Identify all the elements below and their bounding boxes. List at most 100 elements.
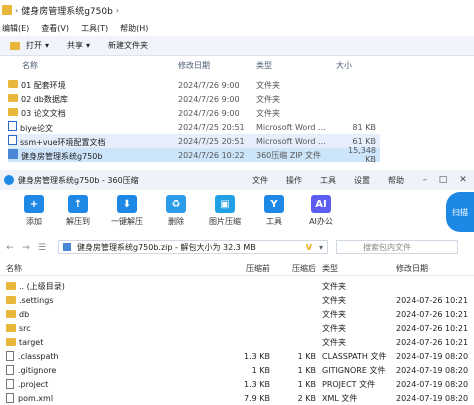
column-name[interactable]: 名称 [0, 263, 232, 274]
one-click-extract-button[interactable]: ⬇ 一键解压 [100, 195, 154, 227]
folder-icon [6, 324, 16, 332]
file-icon [6, 393, 14, 403]
column-type[interactable]: 类型 [256, 60, 336, 71]
explorer-toolbar: 打开 ▾ 共享 ▾ 新建文件夹 [0, 36, 474, 56]
new-folder-button[interactable]: 新建文件夹 [108, 40, 148, 51]
add-button[interactable]: + 添加 [12, 195, 56, 227]
menu-settings[interactable]: 设置 [354, 170, 370, 190]
share-button[interactable]: 共享 ▾ [67, 40, 90, 51]
entry-date: 2024-07-26 10:21 [396, 309, 469, 319]
close-icon[interactable]: ✕ [456, 170, 470, 190]
ai-office-button[interactable]: AI AI办公 [296, 195, 346, 227]
folder-icon [8, 107, 18, 116]
archive-row[interactable]: .gitignore 1 KB 1 KB GITIGNORE 文件 2024-07-19… [0, 363, 474, 377]
archive-row[interactable]: target 文件夹 2024-07-26 10:21 [0, 335, 474, 349]
column-type[interactable]: 类型 [316, 263, 396, 274]
v-badge-icon[interactable]: V [306, 243, 312, 252]
extract-icon: ⬇ [117, 195, 137, 213]
folder-icon [6, 310, 16, 318]
breadcrumb-chevron-icon[interactable]: › [15, 6, 18, 15]
file-row-selected[interactable]: 健身房管理系统g750b 2024/7/26 10:22 360压缩 ZIP 文… [8, 146, 380, 164]
folder-icon [8, 93, 18, 102]
open-button[interactable]: 打开 ▾ [10, 40, 49, 51]
forward-arrow-icon[interactable]: → [20, 242, 32, 254]
menu-help[interactable]: 帮助 [388, 170, 404, 190]
explorer-titlebar: › 健身房管理系统g750b › [0, 0, 474, 20]
entry-name: .settings [19, 295, 54, 305]
entry-compressed-size: 1 KB [297, 351, 316, 361]
back-arrow-icon[interactable]: ← [4, 242, 16, 254]
menu-edit[interactable]: 编辑(E) [2, 23, 29, 34]
minimize-icon[interactable]: – [418, 170, 432, 190]
entry-date: 2024-07-19 08:20 [396, 351, 469, 361]
maximize-icon[interactable]: □ [436, 170, 450, 190]
archive-row[interactable]: .settings 文件夹 2024-07-26 10:21 [0, 293, 474, 307]
address-field[interactable]: 健身房管理系统g750b.zip - 解包大小为 32.3 MB V ▾ [58, 240, 328, 254]
entry-original-size: 1.3 KB [244, 351, 270, 361]
list-view-icon[interactable]: ☰ [36, 242, 48, 254]
column-name[interactable]: 名称 [0, 60, 178, 71]
entry-name: .project [18, 379, 49, 389]
archive-row[interactable]: pom.xml 7.9 KB 2 KB XML 文件 2024-07-19 08:20 [0, 391, 474, 405]
entry-type: CLASSPATH 文件 [322, 351, 387, 361]
file-icon [6, 379, 14, 389]
entry-name: pom.xml [18, 393, 54, 403]
file-row[interactable]: 03 论文文档 2024/7/26 9:00 文件夹 [8, 106, 380, 120]
chevron-down-icon[interactable]: ▾ [315, 243, 327, 252]
add-icon: + [24, 195, 44, 213]
entry-type: 文件夹 [322, 323, 346, 333]
menu-file[interactable]: 文件 [252, 170, 268, 190]
tools-button[interactable]: Y 工具 [252, 195, 296, 227]
file-row[interactable]: ssm+vue环境配置文档 2024/7/25 20:51 Microsoft … [8, 134, 380, 148]
file-icon [6, 351, 14, 361]
entry-date: 2024-07-19 08:20 [396, 379, 469, 389]
folder-icon [6, 282, 16, 290]
menu-operate[interactable]: 操作 [286, 170, 302, 190]
archive-row[interactable]: .. (上级目录) 文件夹 [0, 279, 474, 293]
archive-row[interactable]: src 文件夹 2024-07-26 10:21 [0, 321, 474, 335]
menu-help[interactable]: 帮助(H) [120, 23, 148, 34]
entry-date: 2024-07-19 08:20 [396, 393, 469, 403]
folder-icon [6, 338, 16, 346]
zip-archive-icon [8, 148, 18, 159]
image-compress-button[interactable]: ▣ 图片压缩 [198, 195, 252, 227]
scan-button[interactable]: 扫描 [446, 192, 474, 232]
explorer-column-header: 名称 修改日期 类型 大小 [0, 58, 474, 72]
zip-title: 健身房管理系统g750b - 360压缩 [18, 175, 139, 185]
archive-row[interactable]: db 文件夹 2024-07-26 10:21 [0, 307, 474, 321]
entry-type: 文件夹 [322, 309, 346, 319]
open-icon [10, 41, 20, 50]
column-original-size[interactable]: 压缩前 [232, 263, 270, 274]
entry-type: XML 文件 [322, 393, 358, 403]
entry-name: .. (上级目录) [19, 281, 65, 291]
explorer-title: 健身房管理系统g750b [21, 6, 113, 17]
360-logo-icon [4, 175, 14, 185]
word-doc-icon [8, 120, 17, 131]
file-icon [6, 365, 14, 375]
delete-button[interactable]: ♻ 删除 [154, 195, 198, 227]
archive-row[interactable]: .classpath 1.3 KB 1 KB CLASSPATH 文件 2024-07-… [0, 349, 474, 363]
menu-view[interactable]: 查看(V) [41, 23, 69, 34]
menu-tools[interactable]: 工具(T) [81, 23, 108, 34]
image-icon: ▣ [215, 195, 235, 213]
archive-row[interactable]: .project 1.3 KB 1 KB PROJECT 文件 2024-07-19 0… [0, 377, 474, 391]
zip-toolbar: + 添加 ↑ 解压到 ⬇ 一键解压 ♻ 删除 ▣ 图片压缩 Y 工具 AI AI… [0, 191, 474, 236]
breadcrumb-chevron-icon[interactable]: › [116, 6, 119, 15]
explorer-window: › 健身房管理系统g750b › 编辑(E) 查看(V) 工具(T) 帮助(H)… [0, 0, 474, 168]
file-row[interactable]: 02 db数据库 2024/7/26 9:00 文件夹 [8, 92, 380, 106]
search-input[interactable]: 搜索包内文件 [336, 240, 458, 254]
entry-compressed-size: 2 KB [297, 393, 316, 403]
column-date[interactable]: 修改日期 [396, 263, 474, 274]
tools-icon: Y [264, 195, 284, 213]
file-row[interactable]: biye论文 2024/7/25 20:51 Microsoft Word ..… [8, 120, 380, 134]
zip-archive-icon [63, 243, 71, 251]
entry-name: .gitignore [18, 365, 57, 375]
column-size[interactable]: 大小 [336, 60, 376, 71]
column-compressed-size[interactable]: 压缩后 [270, 263, 316, 274]
entry-type: GITIGNORE 文件 [322, 365, 386, 375]
file-row[interactable]: 01 配套环境 2024/7/26 9:00 文件夹 [8, 78, 380, 92]
entry-name: target [19, 337, 44, 347]
menu-tools[interactable]: 工具 [320, 170, 336, 190]
column-date[interactable]: 修改日期 [178, 60, 256, 71]
extract-to-button[interactable]: ↑ 解压到 [56, 195, 100, 227]
